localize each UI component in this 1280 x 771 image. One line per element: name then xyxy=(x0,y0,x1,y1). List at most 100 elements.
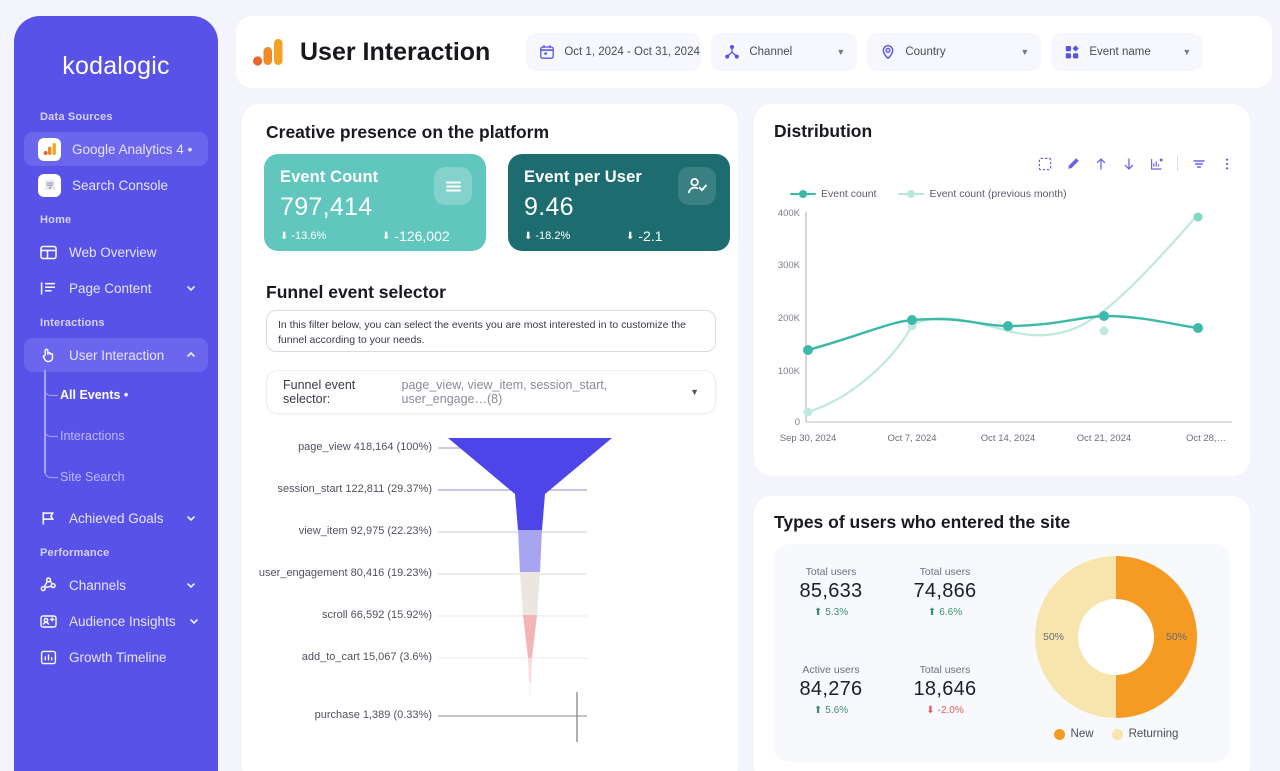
chevron-down-icon[interactable] xyxy=(184,511,198,525)
x-tick-3: Oct 21, 2024 xyxy=(1077,433,1131,444)
stat-change: ⬆ 6.6% xyxy=(888,607,1002,618)
chevron-down-icon[interactable]: ▼ xyxy=(1168,47,1191,57)
country-filter[interactable]: Country ▼ xyxy=(867,33,1042,71)
sidebar-item-page-content[interactable]: Page Content xyxy=(24,271,208,305)
distribution-line-chart: 400K 300K 200K 100K 0 Sep 30, 2024 Oct 7… xyxy=(778,208,1232,444)
kpi-delta-absolute-value: -2.1 xyxy=(638,228,663,244)
distribution-legend: Event count Event count (previous month) xyxy=(790,188,1067,200)
sidebar-item-label: Channels xyxy=(69,577,127,593)
kpi-event-count[interactable]: Event Count 797,414 ⬇ -13.6% ⬇ -126,002 xyxy=(264,154,486,251)
date-range-filter[interactable]: Oct 1, 2024 - Oct 31, 2024 ▼ xyxy=(526,33,732,71)
data-point xyxy=(803,345,813,355)
event-name-filter[interactable]: Event name ▼ xyxy=(1051,33,1204,71)
legend-item-event-count[interactable]: Event count xyxy=(790,188,876,200)
x-tick-0: Sep 30, 2024 xyxy=(780,433,837,444)
app-logo: kodalogic xyxy=(62,52,170,80)
sidebar-item-user-interaction[interactable]: User Interaction xyxy=(24,338,208,372)
chevron-down-icon[interactable]: ▼ xyxy=(822,47,845,57)
user-interaction-icon xyxy=(38,345,58,365)
distribution-card: Distribution Event count Event count (pr… xyxy=(754,104,1250,476)
distribution-title: Distribution xyxy=(774,121,873,141)
sidebar-subitem-all-events[interactable]: All Events • xyxy=(60,374,218,415)
kpi-delta-percent: ⬇ -13.6% xyxy=(280,230,326,242)
event-name-value: Event name xyxy=(1089,46,1151,58)
arrow-up-icon: ⬆ xyxy=(813,607,823,618)
kpi-delta-percent: ⬇ -18.2% xyxy=(524,230,570,242)
channel-value: Channel xyxy=(749,46,793,58)
arrow-up-icon[interactable] xyxy=(1093,156,1108,171)
kpi-delta-absolute-value: -126,002 xyxy=(394,228,450,244)
sidebar-subitem-site-search[interactable]: Site Search xyxy=(60,456,218,497)
x-tick-4: Oct 28,… xyxy=(1186,433,1226,444)
arrow-down-icon[interactable] xyxy=(1121,156,1136,171)
sidebar-subitem-interactions[interactable]: Interactions xyxy=(60,415,218,456)
sidebar-item-label: Web Overview xyxy=(69,244,157,260)
sidebar-item-google-analytics-4[interactable]: Google Analytics 4 • xyxy=(24,132,208,166)
user-types-donut-chart: 50% 50% New Returning xyxy=(1002,544,1230,762)
chevron-down-icon[interactable] xyxy=(184,578,198,592)
donut[interactable]: 50% 50% xyxy=(1035,556,1197,718)
data-point xyxy=(1193,212,1203,222)
arrow-down-icon: ⬇ xyxy=(626,230,635,242)
funnel-label: scroll 66,592 (15.92%) xyxy=(321,609,432,621)
selection-box-icon[interactable] xyxy=(1037,156,1052,171)
user-check-icon xyxy=(678,167,716,205)
kpi-event-per-user[interactable]: Event per User 9.46 ⬇ -18.2% ⬇ -2.1 xyxy=(508,154,730,251)
filter-bar: Oct 1, 2024 - Oct 31, 2024 ▼ Channel ▼ C… xyxy=(526,33,1204,71)
sidebar-item-channels[interactable]: Channels xyxy=(24,568,208,602)
legend-swatch xyxy=(1111,728,1123,740)
stat-label: Active users xyxy=(802,664,860,676)
data-point xyxy=(1099,311,1109,321)
funnel-label: add_to_cart 15,067 (3.6%) xyxy=(301,651,432,663)
sidebar-subitem-label: All Events • xyxy=(60,387,129,402)
channels-icon xyxy=(38,575,58,595)
donut-label-returning: 50% xyxy=(1043,631,1065,643)
funnel-label: page_view 418,164 (100%) xyxy=(298,441,432,453)
sidebar-subitem-label: Site Search xyxy=(60,469,125,484)
stat-change-value: -2.0% xyxy=(937,705,964,716)
creative-presence-title: Creative presence on the platform xyxy=(266,122,549,142)
chevron-down-icon[interactable]: ▼ xyxy=(1006,47,1029,57)
chevron-up-icon[interactable] xyxy=(184,348,198,362)
funnel-label: view_item 92,975 (22.23%) xyxy=(298,525,432,537)
chart-export-icon[interactable] xyxy=(1149,156,1164,171)
chevron-down-icon[interactable] xyxy=(184,281,198,295)
country-value: Country xyxy=(905,46,946,58)
donut-hole xyxy=(1078,599,1154,675)
pencil-icon[interactable] xyxy=(1065,156,1080,171)
arrow-up-icon: ⬆ xyxy=(813,705,823,716)
funnel-selector-label: Funnel event selector: xyxy=(283,378,356,406)
sidebar-item-search-console[interactable]: Search Console xyxy=(24,168,208,202)
stat-value: 18,646 xyxy=(913,678,977,700)
search-console-icon xyxy=(38,173,61,197)
legend-item-event-count-previous[interactable]: Event count (previous month) xyxy=(898,188,1067,200)
stat-value: 74,866 xyxy=(913,580,977,602)
filter-icon[interactable] xyxy=(1191,156,1206,171)
sidebar-item-audience-insights[interactable]: Audience Insights xyxy=(24,604,208,638)
sidebar-item-web-overview[interactable]: Web Overview xyxy=(24,235,208,269)
date-range-value: Oct 1, 2024 - Oct 31, 2024 xyxy=(564,46,700,58)
google-analytics-icon xyxy=(252,37,286,67)
y-tick-400k: 400K xyxy=(778,208,801,219)
stat-value: 84,276 xyxy=(799,678,863,700)
chevron-down-icon[interactable] xyxy=(187,614,201,628)
stat-total-users-3: Total users 18,646 ⬇ -2.0% xyxy=(888,664,1002,740)
sidebar-item-achieved-goals[interactable]: Achieved Goals xyxy=(24,501,208,535)
funnel-label: user_engagement 80,416 (19.23%) xyxy=(258,567,432,579)
topbar: User Interaction Oct 1, 2024 - Oct 31, 2… xyxy=(236,16,1272,88)
legend-item-new[interactable]: New xyxy=(1053,728,1094,740)
user-types-title: Types of users who entered the site xyxy=(774,512,1071,532)
channel-filter[interactable]: Channel ▼ xyxy=(711,33,858,71)
chevron-down-icon[interactable]: ▼ xyxy=(690,387,699,397)
flag-icon xyxy=(38,508,58,528)
kpi-delta-absolute: ⬇ -126,002 xyxy=(382,228,450,244)
dashboard-root: kodalogic Data Sources Google Analytics … xyxy=(0,0,1280,771)
sidebar-item-label: Growth Timeline xyxy=(69,649,167,665)
legend-item-returning[interactable]: Returning xyxy=(1111,728,1178,740)
sidebar-item-growth-timeline[interactable]: Growth Timeline xyxy=(24,640,208,674)
funnel-event-selector[interactable]: Funnel event selector: page_view, view_i… xyxy=(266,370,716,414)
more-options-icon[interactable] xyxy=(1219,156,1234,171)
funnel-selector-title: Funnel event selector xyxy=(266,282,446,302)
stat-change-value: 5.6% xyxy=(825,705,849,716)
funnel-chart: page_view 418,164 (100%) session_start 1… xyxy=(242,430,738,771)
